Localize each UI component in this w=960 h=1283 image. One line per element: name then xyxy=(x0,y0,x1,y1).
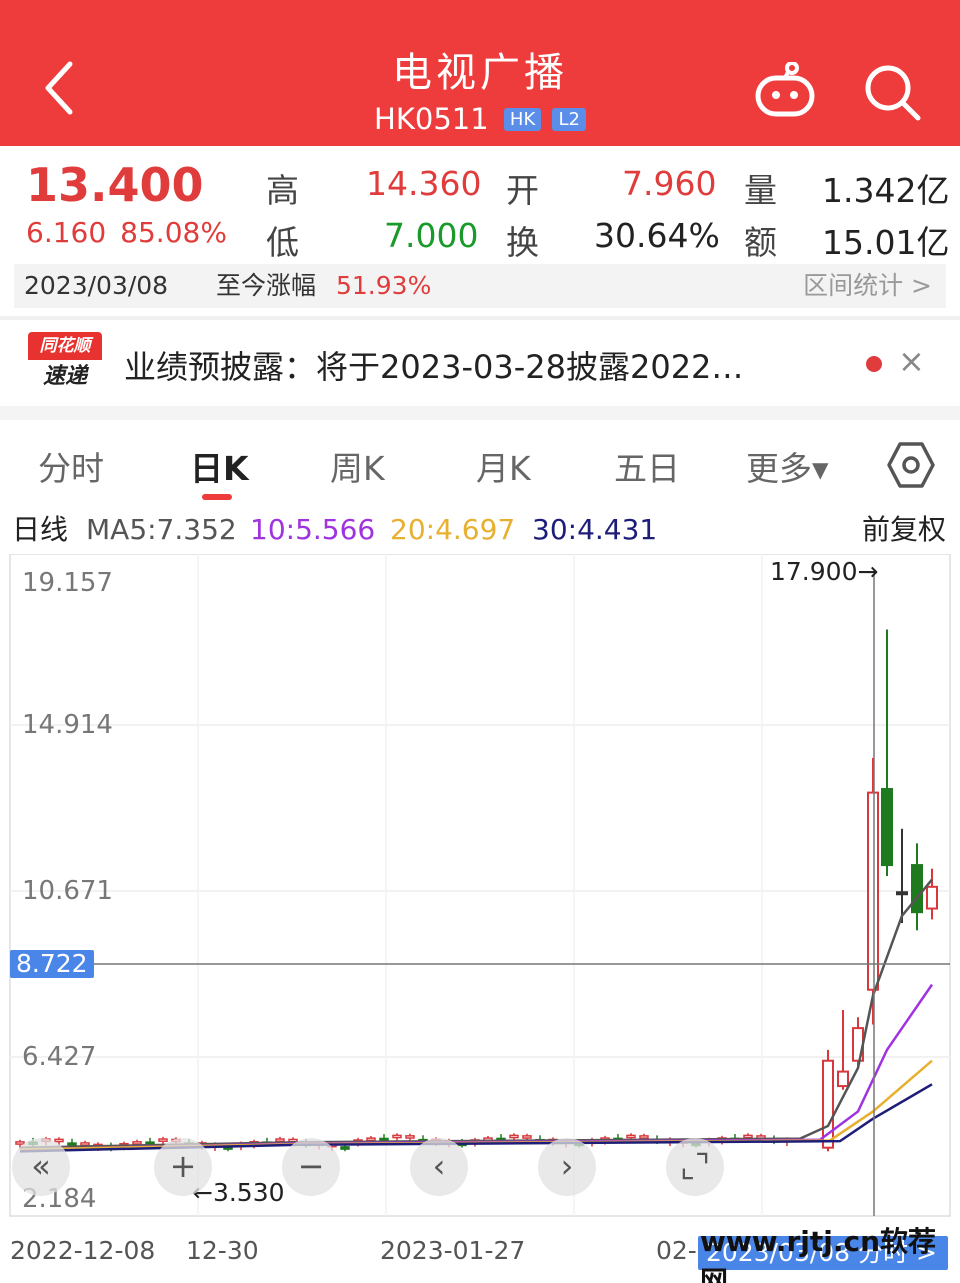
news-banner[interactable]: 同花顺 速递 业绩预披露：将于2023-03-28披露2022… × xyxy=(0,320,960,406)
interval-stat-link[interactable]: 区间统计 > xyxy=(803,264,932,308)
tab-intraday[interactable]: 分时 xyxy=(38,442,104,490)
ma20-value: 20:4.697 xyxy=(390,513,516,546)
interval-info-bar: 2023/03/08 至今涨幅 51.93% 区间统计 > xyxy=(14,264,946,308)
zoom-in-button[interactable]: + xyxy=(154,1138,212,1196)
watermark: www.rjtj.cn软荐网 xyxy=(700,1225,937,1283)
candle-body xyxy=(379,1137,389,1142)
candle-body xyxy=(67,1142,77,1147)
unread-dot xyxy=(866,356,882,372)
ma-legend: 日线 MA5:7.352 10:5.566 20:4.697 30:4.431 … xyxy=(0,506,960,554)
period-tabs: 分时 日K 周K 月K 五日 更多▾ xyxy=(0,420,960,506)
stock-code: HK0511 xyxy=(374,102,489,136)
candle-body xyxy=(80,1142,90,1146)
open-label: 开 xyxy=(506,171,539,210)
x-date-label: 2022-12-08 xyxy=(10,1236,156,1265)
candle-body xyxy=(366,1137,376,1142)
candle-body xyxy=(54,1138,64,1143)
x-date-label: 12-30 xyxy=(186,1236,259,1265)
divider xyxy=(0,406,960,420)
high-value: 14.360 xyxy=(366,164,482,203)
candle-body xyxy=(132,1141,142,1145)
candle-body xyxy=(405,1135,415,1139)
settings-hexagon-icon[interactable] xyxy=(886,440,936,490)
tab-daily-k[interactable]: 日K xyxy=(190,442,249,490)
price-change: 6.160 85.08% xyxy=(26,216,241,249)
turnover-label: 换 xyxy=(506,223,539,262)
volume-label: 量 xyxy=(744,171,777,210)
ma10-value: 10:5.566 xyxy=(250,513,376,546)
low-label: 低 xyxy=(266,223,299,262)
candle-body xyxy=(911,864,923,914)
fullscreen-button[interactable]: ⌞⌝ xyxy=(666,1138,724,1196)
amount-label: 额 xyxy=(744,223,777,262)
tab-weekly-k[interactable]: 周K xyxy=(330,442,385,490)
price-tick: 10.671 xyxy=(22,876,113,906)
scroll-left-button[interactable]: ‹ xyxy=(410,1138,468,1196)
candle-body xyxy=(926,885,938,910)
search-icon[interactable] xyxy=(862,62,922,122)
candle-body xyxy=(275,1138,285,1142)
candle-body xyxy=(340,1146,350,1150)
since-percent: 51.93% xyxy=(336,271,432,300)
active-tab-indicator xyxy=(202,494,232,500)
candle-body xyxy=(837,1070,849,1088)
line-type-label: 日线 xyxy=(12,513,69,546)
high-label: 高 xyxy=(266,171,299,210)
candle-body xyxy=(509,1134,519,1139)
low-value: 7.000 xyxy=(384,216,479,255)
ma30-value: 30:4.431 xyxy=(532,513,658,546)
robot-assistant-icon[interactable] xyxy=(752,62,818,118)
kline-svg xyxy=(9,554,951,1217)
volume-value: 1.342亿 xyxy=(822,171,950,210)
price-tick: 6.427 xyxy=(22,1042,97,1072)
kline-chart[interactable]: 19.157 14.914 10.671 6.427 2.184 8.722 1… xyxy=(0,554,960,1283)
price-tick: 14.914 xyxy=(22,710,113,740)
level-tag: L2 xyxy=(552,107,586,131)
scroll-right-button[interactable]: › xyxy=(538,1138,596,1196)
change-value: 6.160 xyxy=(26,216,107,249)
x-date-label: 02- xyxy=(656,1236,697,1265)
tab-five-day[interactable]: 五日 xyxy=(614,442,680,490)
candle-body xyxy=(392,1134,402,1139)
amount-value: 15.01亿 xyxy=(822,223,950,262)
ma5-value: MA5:7.352 xyxy=(86,513,237,546)
open-value: 7.960 xyxy=(622,164,717,203)
price-tick: 19.157 xyxy=(22,568,113,598)
candle-body xyxy=(522,1135,532,1139)
close-icon[interactable]: × xyxy=(898,342,925,380)
candle-body xyxy=(867,791,879,991)
candle-body xyxy=(639,1135,649,1139)
tonghuashun-logo: 同花顺 速递 xyxy=(28,332,102,394)
market-tag: HK xyxy=(503,107,542,131)
last-price: 13.400 xyxy=(26,158,204,212)
change-percent: 85.08% xyxy=(120,216,227,249)
top-bar: 电视广播 HK0511 HK L2 xyxy=(0,0,960,146)
tab-more[interactable]: 更多▾ xyxy=(746,442,829,490)
high-mark-label: 17.900→ xyxy=(770,557,879,586)
candle-body xyxy=(896,891,908,896)
since-label: 至今涨幅 xyxy=(216,271,317,300)
interval-date: 2023/03/08 xyxy=(24,271,169,300)
zoom-out-button[interactable]: − xyxy=(282,1138,340,1196)
candle-body xyxy=(626,1134,636,1139)
x-date-label: 2023-01-27 xyxy=(380,1236,526,1265)
adjust-mode[interactable]: 前复权 xyxy=(862,506,946,554)
turnover-value: 30.64% xyxy=(594,216,720,255)
candle-body xyxy=(158,1138,168,1142)
news-text[interactable]: 业绩预披露：将于2023-03-28披露2022… xyxy=(124,342,743,388)
tab-monthly-k[interactable]: 月K xyxy=(476,442,531,490)
candle-body xyxy=(743,1134,753,1139)
zoom-out-far-button[interactable]: « xyxy=(12,1138,70,1196)
logo-top-text: 同花顺 xyxy=(28,332,102,360)
crosshair-price-label: 8.722 xyxy=(10,950,94,978)
logo-bottom-text: 速递 xyxy=(28,360,102,394)
candle-body xyxy=(881,787,893,867)
